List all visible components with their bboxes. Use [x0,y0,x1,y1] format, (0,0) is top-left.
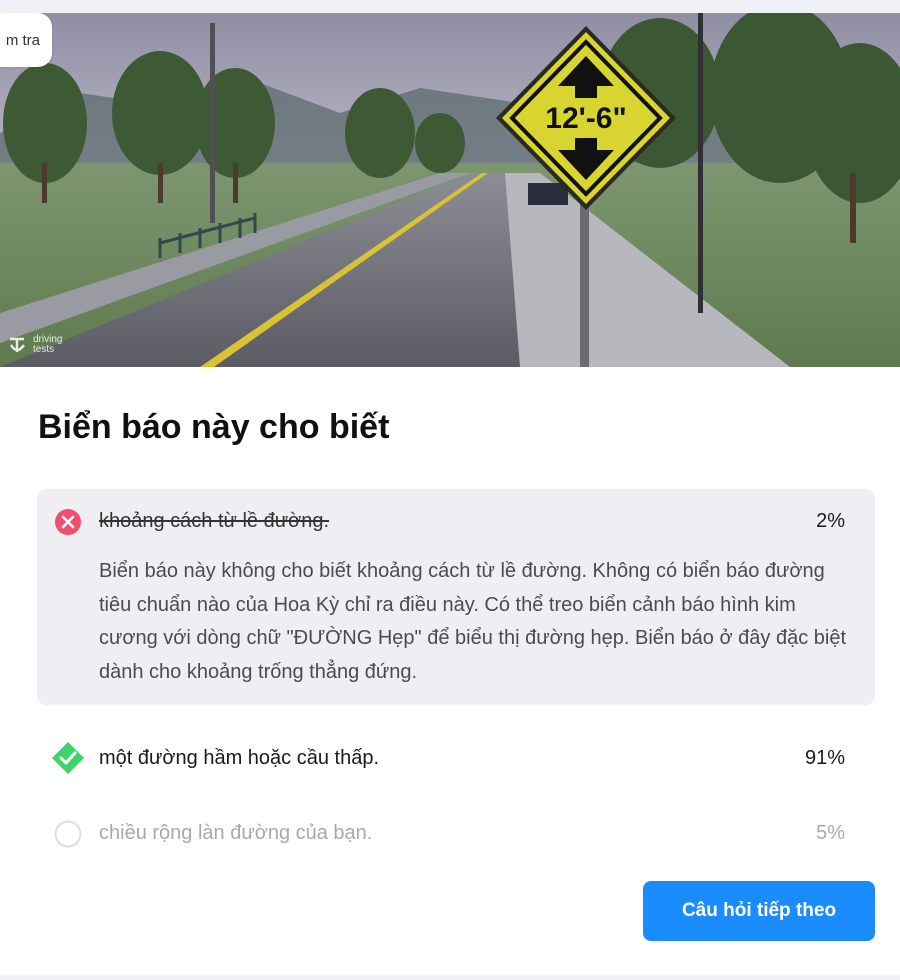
answer-option-2[interactable]: một đường hầm hoặc cầu thấp. 91% [37,726,875,776]
answer-percent: 91% [804,747,845,769]
answer-text: khoảng cách từ lề đường. [99,510,330,532]
road-scene-illustration: 12'-6" [0,13,900,367]
watermark-text: driving tests [33,334,63,355]
radio-empty-icon [54,820,82,848]
question-title: Biển báo này cho biết [38,408,390,446]
question-image: 12'-6" driving tests [0,13,900,367]
answer-explanation: Biển báo này không cho biết khoảng cách … [99,560,847,683]
question-card: 12'-6" driving tests m tra Biển báo này … [0,13,900,975]
answer-option-3[interactable]: chiều rộng làn đường của bạn. 5% [37,801,875,851]
watermark: driving tests [8,335,73,355]
test-badge[interactable]: m tra [0,13,52,67]
answer-text: một đường hầm hoặc cầu thấp. [99,747,379,769]
correct-check-icon [52,742,84,774]
next-question-button[interactable]: Câu hỏi tiếp theo [643,881,875,941]
logo-icon [9,337,25,352]
test-badge-label: m tra [5,31,40,49]
sign-text: 12'-6" [545,102,626,135]
incorrect-icon [55,509,81,535]
answer-text: chiều rộng làn đường của bạn. [99,822,373,844]
answer-option-1[interactable]: khoảng cách từ lề đường. 2% Biển báo này… [37,489,875,705]
answer-percent: 2% [816,510,845,532]
answer-percent: 5% [816,822,845,844]
